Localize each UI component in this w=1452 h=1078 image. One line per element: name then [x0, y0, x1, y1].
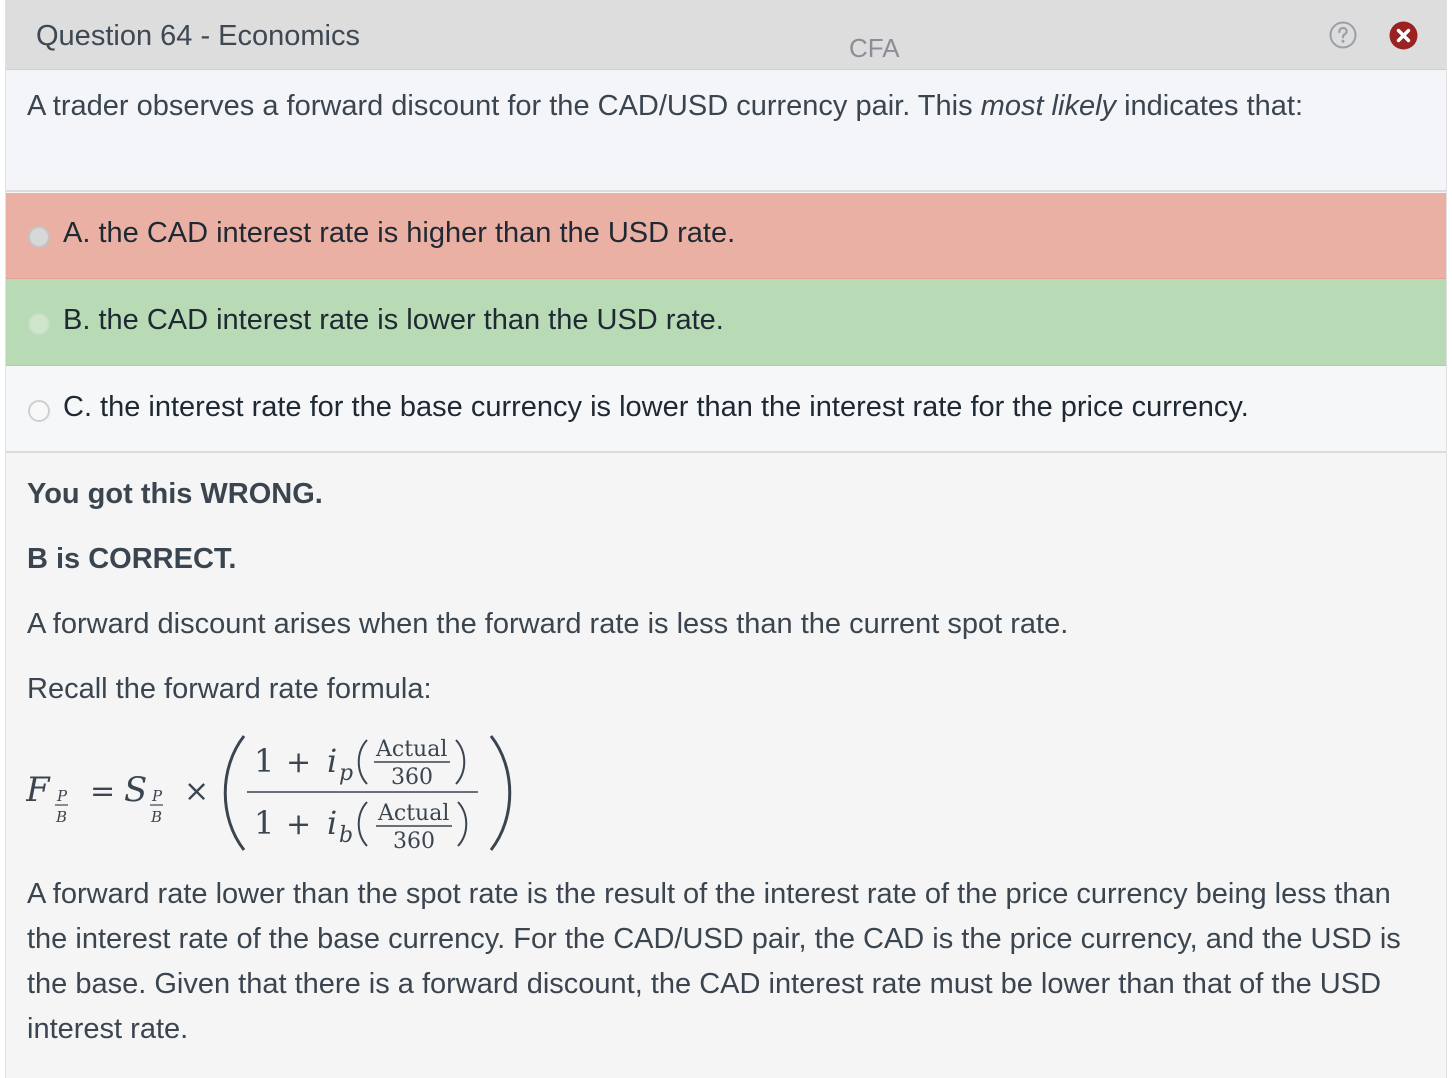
close-icon[interactable] — [1389, 21, 1418, 50]
formula-s-sub-p: P — [151, 787, 163, 805]
radio-button-c[interactable] — [28, 400, 50, 422]
answer-option-c[interactable]: C. the interest rate for the base curren… — [6, 366, 1446, 453]
answer-option-b-label: B. the CAD interest rate is lower than t… — [63, 304, 724, 336]
formula-num-sub-p: p — [339, 761, 353, 786]
answer-option-b[interactable]: B. the CAD interest rate is lower than t… — [6, 279, 1446, 366]
formula-den-days: 360 — [393, 829, 435, 854]
forward-rate-formula: F P B = S P B × 1 + i p Actual 360 1 + i… — [26, 735, 512, 854]
formula-num-actual: Actual — [375, 737, 447, 762]
explanation-paragraph-3: A forward rate lower than the spot rate … — [27, 878, 1401, 1045]
formula-num-days: 360 — [391, 765, 433, 790]
formula-s: S — [124, 770, 147, 810]
result-message: You got this WRONG. — [27, 478, 323, 510]
formula-f: F — [26, 770, 51, 810]
formula-f-sub-p: P — [56, 787, 68, 805]
question-header: Question 64 - Economics CFA — [6, 0, 1446, 70]
formula-num-plus: + — [286, 745, 311, 780]
radio-button-b[interactable] — [28, 313, 50, 335]
answer-option-a-label: A. the CAD interest rate is higher than … — [63, 217, 736, 249]
radio-button-a[interactable] — [28, 226, 50, 248]
answer-option-c-label: C. the interest rate for the base curren… — [63, 391, 1249, 423]
help-icon[interactable] — [1329, 21, 1357, 49]
formula-num-one: 1 — [254, 742, 274, 780]
formula-times: × — [184, 774, 209, 809]
formula-den-plus: + — [286, 807, 311, 842]
question-text-start: A trader observes a forward discount for… — [27, 90, 981, 122]
formula-num-i: i — [327, 742, 337, 780]
explanation-paragraph-2: Recall the forward rate formula: — [27, 673, 432, 705]
question-emphasis: most likely — [980, 90, 1117, 122]
formula-equals: = — [90, 774, 115, 809]
answer-option-a[interactable]: A. the CAD interest rate is higher than … — [6, 193, 1446, 279]
exam-tag: CFA — [849, 33, 900, 63]
formula-den-actual: Actual — [377, 801, 449, 826]
question-card: Question 64 - Economics CFA A trader obs… — [5, 0, 1447, 1078]
question-title: Question 64 - Economics — [36, 20, 360, 52]
formula-f-sub-b: B — [55, 808, 67, 826]
correct-answer-message: B is CORRECT. — [27, 543, 237, 575]
formula-den-one: 1 — [254, 804, 274, 842]
question-text-end: indicates that: — [1116, 90, 1304, 122]
formula-den-sub-b: b — [339, 823, 353, 848]
explanation-paragraph-1: A forward discount arises when the forwa… — [27, 608, 1069, 640]
question-stem: A trader observes a forward discount for… — [6, 70, 1446, 192]
formula-s-sub-b: B — [150, 808, 162, 826]
formula-den-i: i — [327, 804, 337, 842]
